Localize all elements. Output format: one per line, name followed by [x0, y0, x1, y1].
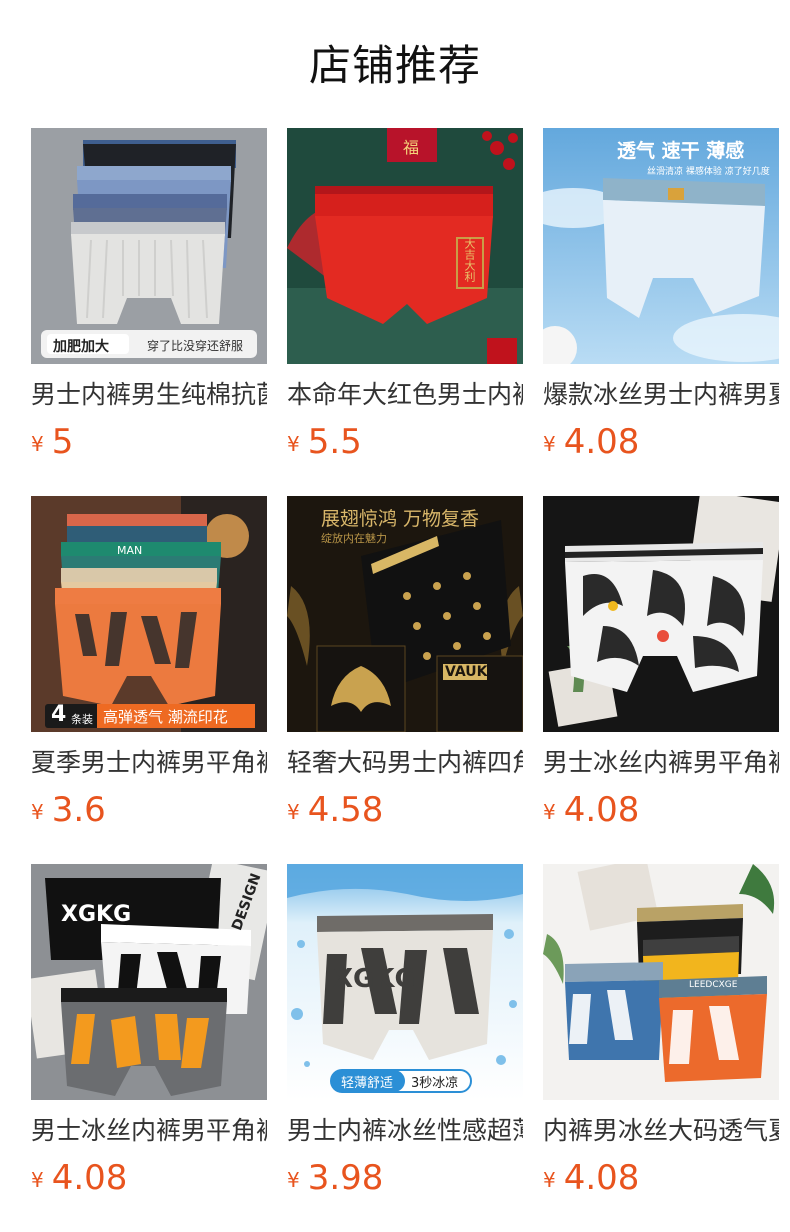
price-value: 5.5: [307, 422, 362, 462]
product-image-9[interactable]: LEEDCXGE: [543, 864, 779, 1100]
product-card-5[interactable]: 展翅惊鸿 万物复香 绽放内在魅力 VAUK 轻奢大码男士内裤四角 ¥4.58: [287, 496, 523, 864]
product-card-7[interactable]: XGKG DESIGN 男士冰丝内裤男平角裤 ¥4.08: [31, 864, 267, 1232]
currency-symbol: ¥: [287, 432, 300, 456]
unit-text: 条装: [71, 713, 93, 726]
product-name[interactable]: 男士冰丝内裤男平角裤: [31, 1114, 267, 1148]
product-image-5[interactable]: 展翅惊鸿 万物复香 绽放内在魅力 VAUK: [287, 496, 523, 732]
brand-text: XGKG: [333, 964, 416, 994]
product-image-7[interactable]: XGKG DESIGN: [31, 864, 267, 1100]
product-price: ¥4.08: [31, 1158, 267, 1198]
product-image-3[interactable]: 透气 速干 薄感 丝滑清凉 裸感体验 凉了好几度: [543, 128, 779, 364]
product-price: ¥4.08: [543, 1158, 779, 1198]
feature-text: 高弹透气 潮流印花: [103, 708, 228, 726]
currency-symbol: ¥: [31, 432, 44, 456]
fu-text: 福: [403, 138, 420, 157]
shop-recommend-page: 店铺推荐 加肥加大 穿了比没穿还舒服 男士内裤男生纯棉抗菌 ¥ 5 福 大吉大利…: [0, 0, 790, 1232]
headline-text: 展翅惊鸿 万物复香: [321, 508, 480, 530]
currency-symbol: ¥: [543, 800, 556, 824]
product-name[interactable]: 轻奢大码男士内裤四角: [287, 746, 523, 780]
product-card-2[interactable]: 福 大吉大利 本命年大红色男士内裤 ¥5.5: [287, 128, 523, 496]
product-name[interactable]: 男士内裤男生纯棉抗菌: [31, 378, 267, 412]
product-price: ¥4.08: [543, 790, 779, 830]
page-title: 店铺推荐: [308, 41, 481, 90]
product-image-8[interactable]: XGKG 轻薄舒适 3秒冰凉: [287, 864, 523, 1100]
product-grid: 加肥加大 穿了比没穿还舒服 男士内裤男生纯棉抗菌 ¥5 福 大吉大利 本命年大红…: [31, 128, 781, 1232]
brand-text: VAUK: [445, 664, 488, 680]
price-value: 3.98: [307, 1158, 384, 1198]
product-name[interactable]: 本命年大红色男士内裤: [287, 378, 523, 412]
product-card-1[interactable]: 加肥加大 穿了比没穿还舒服 男士内裤男生纯棉抗菌 ¥5: [31, 128, 267, 496]
badge-left-text: 轻薄舒适: [341, 1076, 394, 1091]
sub-text: 绽放内在魅力: [321, 532, 387, 545]
product-name[interactable]: 夏季男士内裤男平角裤: [31, 746, 267, 780]
product-card-6[interactable]: 男士冰丝内裤男平角裤 ¥4.08: [543, 496, 779, 864]
badge-right-text: 穿了比没穿还舒服: [147, 339, 244, 353]
product-name[interactable]: 爆款冰丝男士内裤男夏: [543, 378, 779, 412]
product-image-6[interactable]: [543, 496, 779, 732]
currency-symbol: ¥: [543, 1168, 556, 1192]
product-name[interactable]: 男士冰丝内裤男平角裤: [543, 746, 779, 780]
currency-symbol: ¥: [543, 432, 556, 456]
product-image-1[interactable]: 加肥加大 穿了比没穿还舒服: [31, 128, 267, 364]
sub-text: 丝滑清凉 裸感体验 凉了好几度: [647, 167, 770, 177]
product-image-4[interactable]: MAN 4 条装 高弹透气 潮流印花: [31, 496, 267, 732]
currency-symbol: ¥: [287, 1168, 300, 1192]
price-value: 3.6: [51, 790, 106, 830]
product-name[interactable]: 内裤男冰丝大码透气夏: [543, 1114, 779, 1148]
count-text: 4: [51, 702, 67, 727]
badge-right-text: 3秒冰凉: [411, 1076, 459, 1091]
brand-text: MAN: [117, 544, 143, 557]
product-card-9[interactable]: LEEDCXGE 内裤男冰丝大码透气夏 ¥4.08: [543, 864, 779, 1232]
price-value: 4.58: [307, 790, 384, 830]
product-price: ¥3.6: [31, 790, 267, 830]
brand-text: XGKG: [61, 902, 132, 927]
price-value: 5: [51, 422, 74, 462]
price-value: 4.08: [563, 422, 640, 462]
headline-text: 透气 速干 薄感: [617, 140, 745, 162]
price-value: 4.08: [51, 1158, 128, 1198]
currency-symbol: ¥: [287, 800, 300, 824]
currency-symbol: ¥: [31, 1168, 44, 1192]
product-price: ¥5: [31, 422, 267, 462]
price-value: 4.08: [563, 790, 640, 830]
print-text: 大吉大利: [463, 238, 476, 282]
product-price: ¥4.08: [543, 422, 779, 462]
product-card-3[interactable]: 透气 速干 薄感 丝滑清凉 裸感体验 凉了好几度 爆款冰丝男士内裤男夏 ¥4.0…: [543, 128, 779, 496]
product-price: ¥3.98: [287, 1158, 523, 1198]
product-card-8[interactable]: XGKG 轻薄舒适 3秒冰凉 男士内裤冰丝性感超薄 ¥3.98: [287, 864, 523, 1232]
product-price: ¥5.5: [287, 422, 523, 462]
product-image-2[interactable]: 福 大吉大利: [287, 128, 523, 364]
badge-left-text: 加肥加大: [53, 339, 109, 355]
brand-text: LEEDCXGE: [689, 980, 738, 990]
product-card-4[interactable]: MAN 4 条装 高弹透气 潮流印花 夏季男士内裤男平角裤 ¥3.6: [31, 496, 267, 864]
price-value: 4.08: [563, 1158, 640, 1198]
product-price: ¥4.58: [287, 790, 523, 830]
product-name[interactable]: 男士内裤冰丝性感超薄: [287, 1114, 523, 1148]
currency-symbol: ¥: [31, 800, 44, 824]
